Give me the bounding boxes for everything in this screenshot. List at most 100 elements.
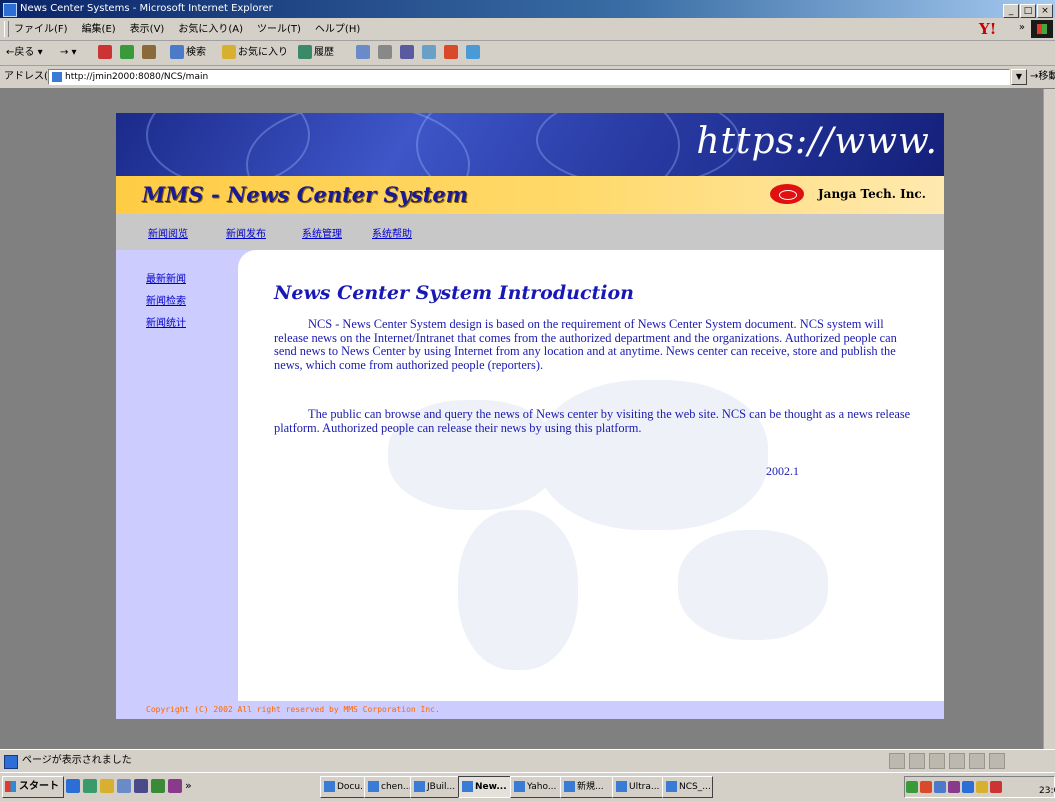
media-quicklaunch-icon[interactable] [168,779,182,793]
home-button[interactable] [142,44,158,62]
company-logo-icon [770,184,804,204]
task-news[interactable]: New... [458,776,511,798]
menu-favorites[interactable]: お気に入り(A) [178,24,243,35]
menu-edit[interactable]: 編集(E) [82,24,116,35]
discuss-button[interactable] [422,44,438,62]
mail-icon [356,45,370,59]
ie-icon [462,781,473,792]
edit-button[interactable] [400,44,416,62]
app-quicklaunch-icon[interactable] [151,779,165,793]
task-chen[interactable]: chen... [364,776,411,798]
tray-icon[interactable] [934,781,946,793]
favorites-label: お気に入り [238,47,288,58]
print-button[interactable] [378,44,394,62]
task-label: chen... [381,782,411,792]
stop-button[interactable] [98,44,114,62]
outlook-quicklaunch-icon[interactable] [83,779,97,793]
discuss-icon [422,45,436,59]
forward-button[interactable]: → ▾ [60,44,77,62]
nav-link-admin[interactable]: 系统管理 [302,225,342,240]
address-input[interactable]: http://jmin2000:8080/NCS/main [48,69,1010,85]
site-title: MMS - News Center System [142,182,469,207]
task-new[interactable]: 新規... [560,776,613,798]
menu-view[interactable]: 表示(V) [130,24,165,35]
close-button[interactable]: × [1037,4,1053,18]
copyright-text: Copyright (C) 2002 All right reserved by… [146,705,440,714]
task-ncs[interactable]: NCS_... [662,776,713,798]
go-button[interactable]: →移動 [1030,66,1055,88]
ie-quicklaunch-icon[interactable] [66,779,80,793]
refresh-button[interactable] [120,44,136,62]
status-pane [889,753,905,769]
task-docu[interactable]: Docu... [320,776,365,798]
site-footer: Copyright (C) 2002 All right reserved by… [116,701,944,719]
messenger-button[interactable] [444,44,460,62]
clock[interactable]: 23:08 [1039,781,1055,796]
yahoo-toolbar-button[interactable]: Y! [979,20,1009,38]
tray-icon[interactable] [920,781,932,793]
world-map-background [678,530,828,640]
ie-icon [666,781,677,792]
search-button[interactable]: 検索 [170,44,206,62]
page-done-icon [4,755,18,769]
start-label: スタート [19,781,59,792]
task-jbuilder[interactable]: JBuil... [410,776,459,798]
task-ultra[interactable]: Ultra... [612,776,663,798]
sidebar-link-search[interactable]: 新闻检索 [146,292,186,307]
more-chevron-icon[interactable]: » [1019,22,1025,33]
quick-launch: » [66,779,202,795]
status-text: ページが表示されました [22,755,132,766]
history-button[interactable]: 履歴 [298,44,334,62]
address-bar: アドレス(D) http://jmin2000:8080/NCS/main ▼ … [0,66,1055,89]
minimize-button[interactable]: _ [1003,4,1019,18]
favorites-icon [222,45,236,59]
tray-icon[interactable] [906,781,918,793]
windows-flag-icon [5,780,16,792]
mail-button[interactable] [356,44,372,62]
address-dropdown-button[interactable]: ▼ [1011,69,1027,85]
sidebar-link-latest[interactable]: 最新新闻 [146,270,186,285]
menu-file[interactable]: ファイル(F) [14,24,68,35]
ncs-page: https://www. MMS - News Center System Ja… [116,113,944,719]
app-quicklaunch-icon[interactable] [117,779,131,793]
window-title: News Center Systems - Microsoft Internet… [20,3,273,14]
start-button[interactable]: スタート [2,776,64,798]
site-banner: https://www. [116,113,944,176]
favorites-button[interactable]: お気に入り [222,44,288,62]
window-title-bar[interactable]: News Center Systems - Microsoft Internet… [0,0,1055,18]
tray-icon[interactable] [948,781,960,793]
tray-icon[interactable] [976,781,988,793]
tray-icon[interactable] [990,781,1002,793]
ultraedit-icon [616,781,627,792]
nav-link-help[interactable]: 系统帮助 [372,225,412,240]
page-heading: News Center System Introduction [274,282,634,304]
task-label: New... [475,782,507,792]
folder-quicklaunch-icon[interactable] [100,779,114,793]
edit-icon [400,45,414,59]
content-panel: News Center System Introduction NCS - Ne… [238,250,944,701]
menu-help[interactable]: ヘルプ(H) [315,24,360,35]
menu-tools[interactable]: ツール(T) [257,24,301,35]
status-pane [989,753,1005,769]
task-label: 新規... [577,782,604,792]
world-map-background [538,380,768,530]
links-button[interactable] [466,44,482,62]
refresh-icon [120,45,134,59]
task-yahoo[interactable]: Yaho... [510,776,561,798]
toolbar-grip[interactable] [4,21,9,37]
maximize-button[interactable]: □ [1020,4,1036,18]
desktop-quicklaunch-icon[interactable] [134,779,148,793]
quicklaunch-more-icon[interactable]: » [185,779,199,793]
browser-viewport: https://www. MMS - News Center System Ja… [0,89,1043,749]
site-sidebar: 最新新闻 新闻检索 新闻统计 [116,250,236,700]
nav-link-publish[interactable]: 新闻发布 [226,225,266,240]
folder-icon [564,781,575,792]
company-name: Janga Tech. Inc. [818,187,926,201]
back-button[interactable]: ←戻る ▾ [6,44,43,62]
ie-icon [3,3,17,17]
vertical-scrollbar[interactable] [1043,89,1055,749]
sidebar-link-stats[interactable]: 新闻统计 [146,314,186,329]
history-icon [298,45,312,59]
tray-icon[interactable] [962,781,974,793]
nav-link-browse[interactable]: 新闻阅览 [148,225,188,240]
